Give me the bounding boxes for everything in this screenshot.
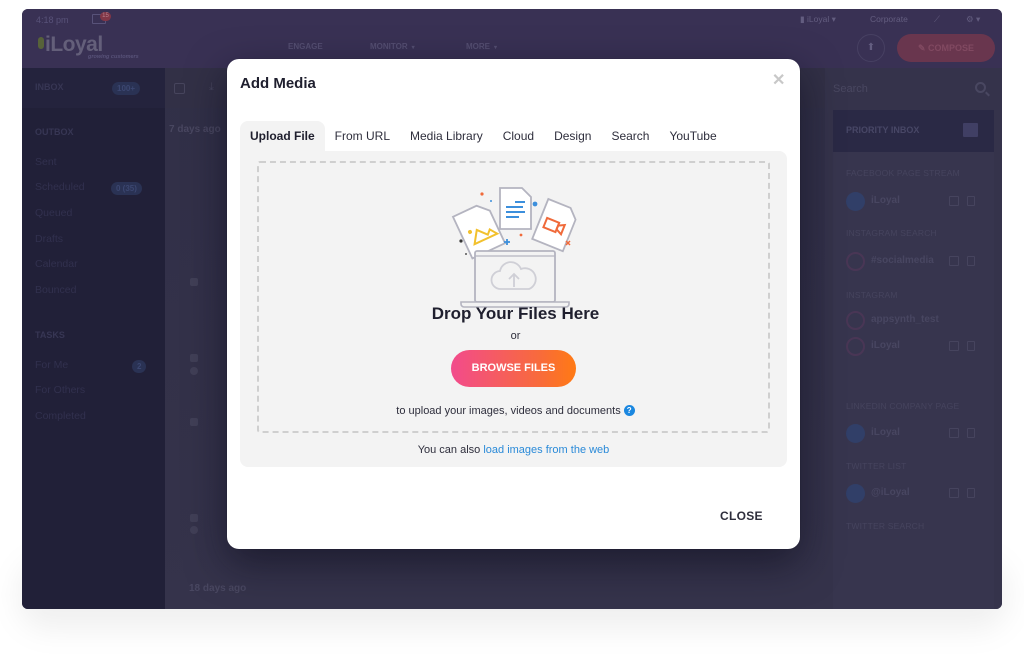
- image-file-icon: [451, 204, 507, 260]
- document-file-icon: [499, 187, 532, 230]
- load-from-web-note: You can also load images from the web: [240, 444, 787, 456]
- screen: 4:18 pm 15 iLoyal growing customers ENGA…: [0, 0, 1024, 656]
- close-button[interactable]: CLOSE: [720, 509, 763, 523]
- media-source-tabs: Upload File From URL Media Library Cloud…: [240, 121, 727, 151]
- upload-hint-text: to upload your images, videos and docume…: [396, 405, 621, 417]
- upload-illustration-icon: [451, 187, 577, 308]
- tab-search[interactable]: Search: [601, 121, 659, 151]
- load-from-web-prefix: You can also: [417, 444, 481, 456]
- upload-panel: Drop Your Files Here or BROWSE FILES to …: [240, 151, 787, 467]
- video-file-icon: [531, 197, 577, 253]
- tab-media-library[interactable]: Media Library: [400, 121, 493, 151]
- browse-files-button[interactable]: BROWSE FILES: [451, 350, 576, 387]
- tab-upload-file[interactable]: Upload File: [240, 121, 325, 151]
- or-separator: or: [510, 330, 521, 342]
- tab-from-url[interactable]: From URL: [325, 121, 400, 151]
- tab-youtube[interactable]: YouTube: [659, 121, 726, 151]
- tab-cloud[interactable]: Cloud: [493, 121, 544, 151]
- add-media-dialog: Add Media ✕ Upload File From URL Media L…: [227, 59, 800, 549]
- help-icon[interactable]: ?: [623, 405, 635, 416]
- drop-title: Drop Your Files Here: [431, 304, 600, 323]
- upload-hint: to upload your images, videos and docume…: [259, 405, 772, 417]
- close-icon[interactable]: ✕: [772, 70, 785, 90]
- tab-design[interactable]: Design: [544, 121, 601, 151]
- dialog-title: Add Media: [240, 75, 316, 92]
- laptop-icon: [460, 250, 570, 308]
- file-drop-zone[interactable]: Drop Your Files Here or BROWSE FILES to …: [257, 161, 770, 433]
- load-images-from-web-link[interactable]: load images from the web: [483, 444, 609, 456]
